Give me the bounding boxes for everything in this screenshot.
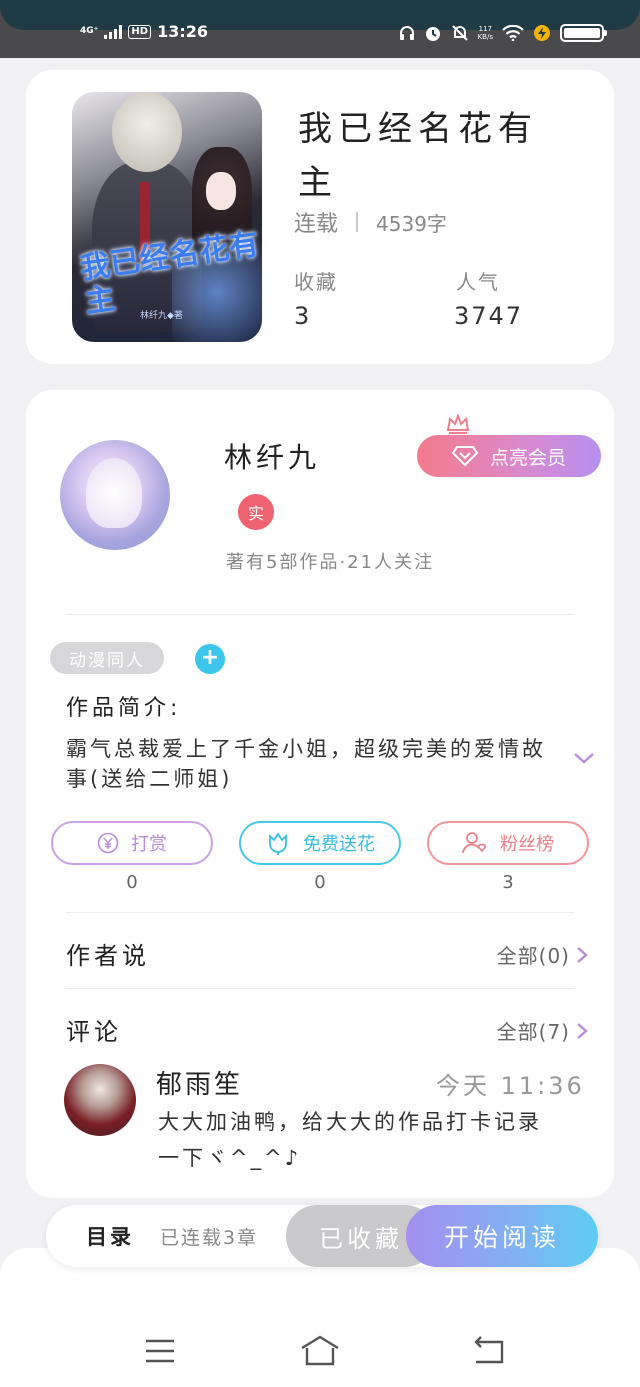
crown-icon bbox=[446, 414, 470, 434]
book-title: 我已经名花有主 bbox=[298, 109, 538, 203]
reward-count: 0 bbox=[126, 872, 138, 893]
status-left: 4G⁺ HD 13:26 bbox=[80, 22, 208, 41]
author-says-all-label: 全部(0) bbox=[496, 944, 570, 968]
back-icon[interactable] bbox=[468, 1334, 508, 1368]
divider bbox=[66, 988, 574, 989]
popularity-label: 人气 bbox=[456, 270, 500, 294]
free-flower-button[interactable]: 免费送花 bbox=[239, 821, 401, 865]
meta-divider bbox=[356, 212, 359, 232]
wifi-icon bbox=[502, 25, 524, 41]
word-count: 4539字 bbox=[376, 211, 447, 236]
cover-girl-face bbox=[206, 172, 236, 210]
category-tag[interactable]: 动漫同人 bbox=[50, 642, 164, 674]
comments-title: 评论 bbox=[66, 1018, 122, 1046]
chevron-right-icon bbox=[577, 1022, 588, 1039]
cover-author: 林纤九◆著 bbox=[140, 311, 183, 321]
hd-badge: HD bbox=[128, 24, 152, 39]
status-right: 117 KB/s bbox=[399, 24, 607, 42]
table-of-contents-button[interactable]: 目录 bbox=[86, 1221, 134, 1251]
cover-character-hair bbox=[112, 92, 182, 172]
home-icon[interactable] bbox=[300, 1334, 340, 1368]
fans-count: 3 bbox=[502, 872, 514, 893]
start-reading-button[interactable]: 开始阅读 bbox=[406, 1205, 598, 1267]
avatar-hair bbox=[86, 458, 142, 528]
flower-count: 0 bbox=[314, 872, 326, 893]
favorites-value: 3 bbox=[294, 302, 312, 330]
book-meta: 连载 4539字 bbox=[294, 206, 447, 238]
comments-all-link[interactable]: 全部(7) bbox=[497, 1016, 588, 1045]
author-stats: 著有5部作品·21人关注 bbox=[226, 552, 435, 573]
comment-time: 今天 11:36 bbox=[436, 1072, 585, 1100]
chapter-count: 已连载3章 bbox=[160, 1227, 259, 1249]
flower-label: 免费送花 bbox=[303, 834, 375, 854]
fans-label: 粉丝榜 bbox=[500, 834, 554, 854]
reward-label: 打赏 bbox=[131, 834, 167, 854]
flower-icon bbox=[269, 832, 287, 855]
book-cover[interactable]: 我已经名花有主 林纤九◆著 bbox=[72, 92, 262, 342]
author-says-title: 作者说 bbox=[66, 942, 150, 970]
book-info-card: 我已经名花有主 林纤九◆著 我已经名花有主 连载 4539字 收藏 3 人气 3… bbox=[26, 70, 614, 364]
vip-button-label: 点亮会员 bbox=[489, 447, 566, 469]
divider bbox=[66, 614, 574, 615]
reading-action-bar: 目录 已连载3章 已收藏 开始阅读 bbox=[46, 1205, 598, 1267]
alarm-icon bbox=[425, 27, 440, 41]
real-name-badge: 实 bbox=[238, 494, 274, 530]
comment-text: 大大加油鸭，给大大的作品打卡记录一下ヾ^_^♪ bbox=[158, 1110, 542, 1170]
author-avatar[interactable] bbox=[60, 440, 170, 550]
book-detail-card: 林纤九 点亮会员 实 著有5部作品·21人关注 动漫同人 + 作品简介: 霸气总… bbox=[26, 390, 614, 1198]
status-time: 13:26 bbox=[157, 22, 209, 41]
favorites-label: 收藏 bbox=[294, 270, 338, 294]
headphones-icon bbox=[399, 26, 414, 40]
author-name[interactable]: 林纤九 bbox=[224, 436, 320, 476]
system-nav-bar bbox=[0, 1248, 640, 1387]
commenter-name[interactable]: 郁雨笙 bbox=[156, 1064, 243, 1101]
yen-icon bbox=[97, 832, 119, 854]
author-says-all-link[interactable]: 全部(0) bbox=[497, 940, 588, 969]
status-bar: 4G⁺ HD 13:26 117 KB/s bbox=[0, 0, 640, 58]
network-type: 4G⁺ bbox=[80, 26, 99, 36]
chevron-down-icon[interactable] bbox=[572, 750, 596, 766]
serial-status: 连载 bbox=[294, 212, 339, 237]
intro-label: 作品简介: bbox=[66, 696, 182, 721]
add-tag-button[interactable]: + bbox=[195, 644, 225, 674]
network-speed: 117 KB/s bbox=[477, 25, 493, 41]
battery-icon bbox=[560, 24, 607, 42]
chevron-right-icon bbox=[577, 946, 588, 963]
popularity-value: 3747 bbox=[454, 302, 524, 330]
vip-button[interactable]: 点亮会员 bbox=[417, 435, 601, 477]
mute-bell-icon bbox=[451, 25, 468, 41]
divider bbox=[66, 912, 574, 913]
diamond-icon bbox=[451, 446, 478, 466]
comments-all-label: 全部(7) bbox=[496, 1020, 570, 1044]
menu-icon[interactable] bbox=[140, 1334, 180, 1368]
commenter-avatar[interactable] bbox=[64, 1064, 136, 1136]
fans-ranking-button[interactable]: 粉丝榜 bbox=[427, 821, 589, 865]
fans-icon bbox=[462, 832, 487, 854]
reward-button[interactable]: 打赏 bbox=[51, 821, 213, 865]
signal-icon bbox=[104, 24, 123, 39]
intro-text: 霸气总裁爱上了千金小姐，超级完美的爱情故事(送给二师姐) bbox=[66, 737, 546, 791]
charging-icon bbox=[534, 25, 550, 41]
